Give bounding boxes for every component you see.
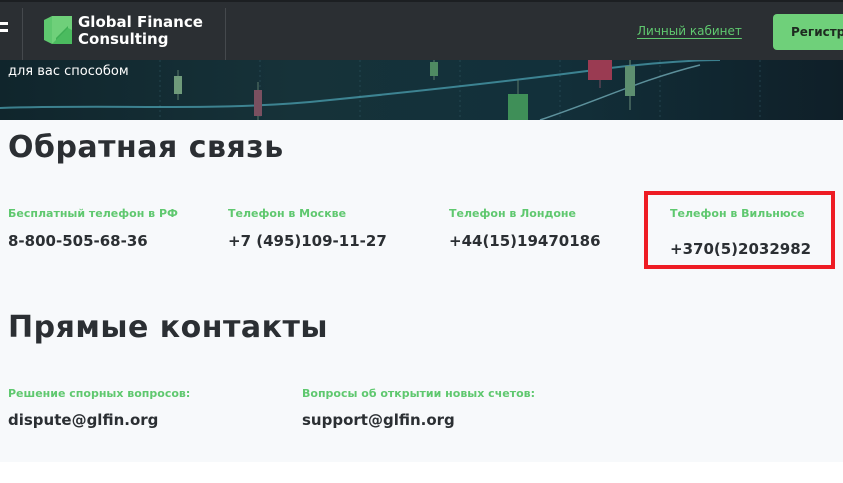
phone-label-moscow: Телефон в Москве bbox=[228, 207, 347, 220]
header-divider bbox=[225, 8, 226, 60]
brand-line-1: Global Finance bbox=[78, 13, 203, 31]
new-accounts-label: Вопросы об открытии новых счетов: bbox=[302, 387, 535, 400]
phone-value-moscow[interactable]: +7 (495)109-11-27 bbox=[228, 232, 387, 250]
header-top-line bbox=[0, 0, 843, 2]
direct-contacts-title: Прямые контакты bbox=[8, 310, 328, 345]
personal-cabinet-link[interactable]: Личный кабинет bbox=[637, 24, 742, 38]
hero-banner: для вас способом bbox=[0, 60, 843, 120]
brand-line-2: Consulting bbox=[78, 30, 169, 48]
top-header: Global Finance Consulting Личный кабинет… bbox=[0, 0, 843, 60]
phone-label-rf: Бесплатный телефон в РФ bbox=[8, 207, 178, 220]
phone-label-london: Телефон в Лондоне bbox=[449, 207, 576, 220]
phone-value-rf[interactable]: 8-800-505-68-36 bbox=[8, 232, 148, 250]
hamburger-menu-icon[interactable] bbox=[0, 22, 8, 38]
vilnius-highlight-box bbox=[644, 191, 835, 269]
register-button[interactable]: Регистр bbox=[773, 14, 843, 50]
brand-name[interactable]: Global Finance Consulting bbox=[78, 14, 203, 48]
feedback-title: Обратная связь bbox=[8, 130, 284, 165]
dispute-email[interactable]: dispute@glfin.org bbox=[8, 411, 158, 429]
dispute-label: Решение спорных вопросов: bbox=[8, 387, 191, 400]
support-email[interactable]: support@glfin.org bbox=[302, 411, 455, 429]
hero-subtitle: для вас способом bbox=[8, 64, 129, 79]
brand-logo-icon[interactable] bbox=[44, 16, 72, 44]
header-divider bbox=[22, 8, 23, 60]
phone-value-london[interactable]: +44(15)19470186 bbox=[449, 232, 601, 250]
page-bottom bbox=[0, 462, 843, 483]
